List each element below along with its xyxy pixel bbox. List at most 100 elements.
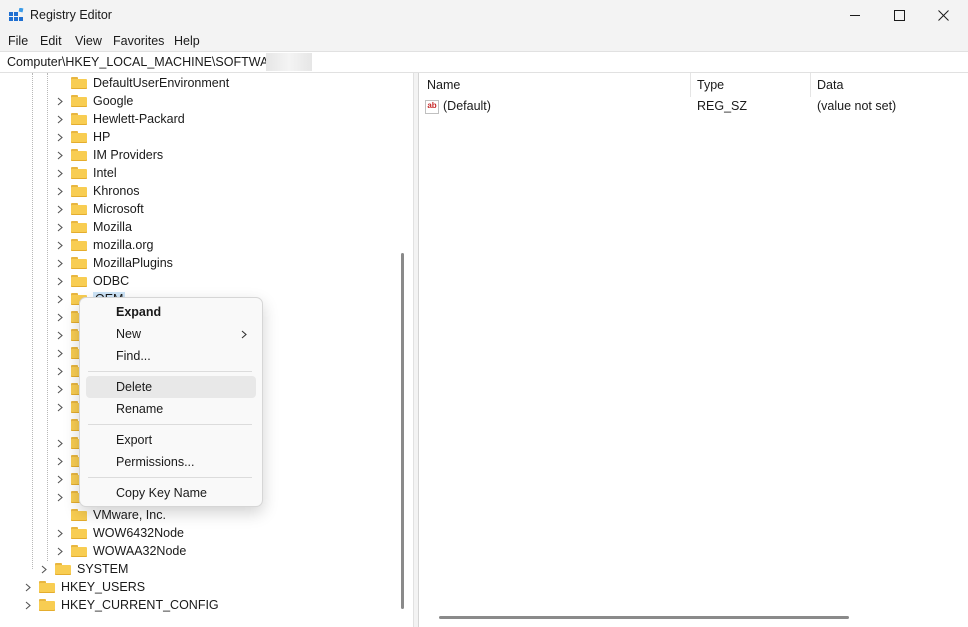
menu-item-label: Permissions... [116,455,195,469]
chevron-right-icon[interactable] [55,128,65,146]
tree-guide [32,73,33,569]
tree-item[interactable]: DefaultUserEnvironment [55,74,229,92]
minimize-button[interactable] [832,0,878,31]
chevron-right-icon[interactable] [55,362,65,380]
expander [55,506,65,524]
tree-item-system[interactable]: SYSTEM [39,560,128,578]
column-header-name[interactable]: Name [427,78,460,92]
tree-item[interactable]: VMware, Inc. [55,506,166,524]
chevron-right-icon[interactable] [55,434,65,452]
tree-item-hkey-current-config[interactable]: HKEY_CURRENT_CONFIG [23,596,219,614]
chevron-right-icon[interactable] [55,470,65,488]
chevron-right-icon[interactable] [55,254,65,272]
chevron-right-icon[interactable] [55,218,65,236]
column-divider[interactable] [810,73,811,97]
value-type: REG_SZ [697,99,748,113]
folder-icon [71,167,87,179]
values-pane[interactable]: Name Type Data ab (Default) REG_SZ (valu… [418,73,968,627]
tree-item[interactable]: HP [55,128,110,146]
column-header-type[interactable]: Type [697,78,724,92]
tree-guide [47,73,48,561]
tree-item[interactable]: WOWAA32Node [55,542,186,560]
folder-icon [71,113,87,125]
chevron-right-icon[interactable] [55,452,65,470]
menu-item-expand[interactable]: Expand [86,301,256,323]
menu-item-label: Find... [116,349,151,363]
tree-item-label: HKEY_USERS [61,580,146,594]
folder-icon [71,239,87,251]
chevron-right-icon[interactable] [55,380,65,398]
chevron-right-icon[interactable] [23,596,33,614]
value-name[interactable]: (Default) [443,99,491,115]
tree-item[interactable]: Google [55,92,133,110]
context-menu: Expand New Find... Delete Rename Export … [79,297,263,507]
maximize-icon [893,10,905,21]
menu-item-permissions[interactable]: Permissions... [86,451,256,473]
tree-item[interactable]: Intel [55,164,117,182]
tree-item-hkey-users[interactable]: HKEY_USERS [23,578,145,596]
menu-separator [88,371,252,372]
menu-item-export[interactable]: Export [86,429,256,451]
chevron-right-icon[interactable] [55,92,65,110]
tree-item[interactable]: ODBC [55,272,129,290]
menu-favorites[interactable]: Favorites [113,34,164,48]
address-bar[interactable]: Computer\HKEY_LOCAL_MACHINE\SOFTWARE\ [0,51,968,73]
menu-item-new[interactable]: New [86,323,256,345]
string-value-icon: ab [425,100,439,114]
menu-help[interactable]: Help [174,34,200,48]
menu-item-rename[interactable]: Rename [86,398,256,420]
tree-item[interactable]: WOW6432Node [55,524,184,542]
chevron-right-icon[interactable] [55,488,65,506]
chevron-right-icon[interactable] [55,146,65,164]
menu-item-label: Rename [116,402,164,416]
chevron-right-icon[interactable] [55,326,65,344]
column-divider[interactable] [690,73,691,97]
tree-item-label: MozillaPlugins [93,256,173,270]
tree-item[interactable]: mozilla.org [55,236,153,254]
chevron-right-icon[interactable] [55,398,65,416]
tree-item[interactable]: IM Providers [55,146,163,164]
chevron-right-icon[interactable] [55,344,65,362]
close-button[interactable] [920,0,966,31]
column-header-data[interactable]: Data [817,78,843,92]
menu-item-delete[interactable]: Delete [86,376,256,398]
chevron-right-icon[interactable] [55,236,65,254]
registry-editor-icon [9,8,24,21]
menu-item-label: New [116,327,142,341]
folder-icon [71,221,87,233]
menu-item-copy-key-name[interactable]: Copy Key Name [86,482,256,504]
menu-view[interactable]: View [75,34,102,48]
chevron-right-icon[interactable] [55,308,65,326]
folder-icon [39,581,55,593]
menu-bar: File Edit View Favorites Help [0,31,968,51]
menu-item-find[interactable]: Find... [86,345,256,367]
chevron-right-icon[interactable] [55,200,65,218]
chevron-right-icon[interactable] [55,110,65,128]
menu-edit[interactable]: Edit [40,34,62,48]
chevron-right-icon[interactable] [23,578,33,596]
tree-item[interactable]: Mozilla [55,218,132,236]
tree-item[interactable]: Hewlett-Packard [55,110,185,128]
values-scrollbar-thumb[interactable] [439,616,849,619]
tree-item[interactable]: MozillaPlugins [55,254,173,272]
tree-item-label: HKEY_CURRENT_CONFIG [61,598,219,612]
tree-item-label: WOWAA32Node [93,544,187,558]
chevron-right-icon[interactable] [55,524,65,542]
tree-item[interactable]: Microsoft [55,200,144,218]
folder-icon [71,275,87,287]
chevron-right-icon[interactable] [55,272,65,290]
chevron-right-icon[interactable] [39,560,49,578]
folder-icon [71,509,87,521]
folder-icon [71,95,87,107]
maximize-button[interactable] [876,0,922,31]
chevron-right-icon[interactable] [55,182,65,200]
folder-icon [71,545,87,557]
value-data: (value not set) [817,99,897,113]
tree-item[interactable]: Khronos [55,182,140,200]
menu-file[interactable]: File [8,34,28,48]
chevron-right-icon[interactable] [55,290,65,308]
chevron-right-icon[interactable] [55,164,65,182]
tree-scrollbar-thumb[interactable] [401,253,404,609]
tree-item-label: VMware, Inc. [93,508,166,522]
chevron-right-icon[interactable] [55,542,65,560]
